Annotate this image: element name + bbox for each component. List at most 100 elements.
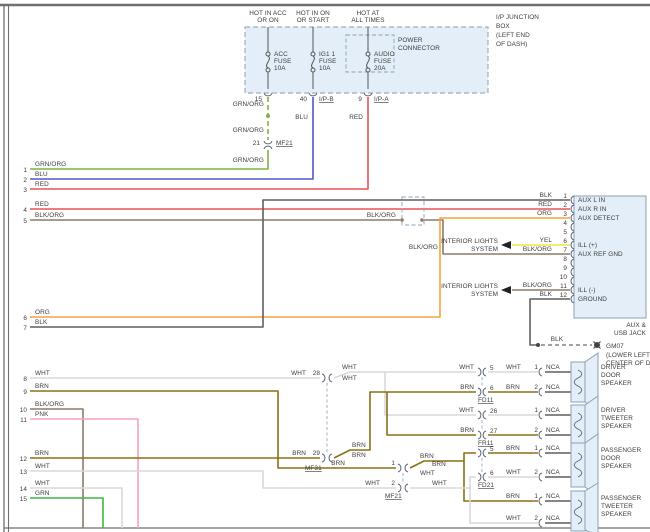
aux-pin-8: 8	[563, 256, 567, 263]
radio-pin-12: 12	[20, 456, 28, 463]
pin-fd21-6: 6	[490, 470, 494, 477]
radio-pin-14: 14	[20, 486, 28, 493]
splice-dot-ground	[536, 343, 540, 347]
lbl-aux1-blk: BLK	[540, 192, 553, 199]
sp1-nca2: NCA	[546, 384, 560, 391]
aux-name-2: USB JACK	[614, 330, 647, 337]
lbl-red-drop: RED	[349, 114, 363, 121]
lbl-row7: BLK	[35, 319, 48, 326]
radio-pin-7: 7	[23, 325, 27, 332]
lbl-row11: PNK	[35, 411, 49, 418]
wire-brn-pass-tweeter	[464, 461, 538, 501]
wire-org-row6	[30, 218, 570, 317]
aux-lbl-r-in: AUX R IN	[578, 206, 607, 213]
aux-name-1: AUX &	[626, 322, 646, 329]
pin-fd11-6: 6	[490, 385, 494, 392]
lbl-wht-branch-a: WHT	[342, 364, 357, 371]
lbl-dd-wht: WHT	[506, 364, 521, 371]
pin-9: 9	[358, 96, 362, 103]
aux-lbl-ref-gnd: AUX REF GND	[578, 251, 623, 258]
pin-mf21-2: 2	[391, 480, 395, 487]
passenger-door-3: SPEAKER	[601, 463, 632, 470]
hot-on-2: OR START	[297, 17, 330, 24]
aux-lbl-ill-plus: ILL (+)	[578, 242, 597, 249]
acc-fuse-l2: FUSE	[274, 58, 291, 65]
lbl-aux7-blkorg: BLK/ORG	[523, 246, 552, 253]
connector-mf31-icon	[322, 374, 332, 462]
aux-pin-5: 5	[563, 229, 567, 236]
pin-40: 40	[300, 96, 308, 103]
lbl-row14: WHT	[35, 480, 50, 487]
pin-21: 21	[253, 140, 261, 147]
connector-fd11: FD11	[478, 397, 494, 404]
lbl-dd-brn: BRN	[506, 384, 520, 391]
wire-blk-row7	[30, 200, 570, 327]
connector-mf21-top: MF21	[276, 140, 293, 147]
acc-fuse-l1: ACC	[274, 51, 288, 58]
pin-29: 29	[313, 450, 321, 457]
lbl-row4: RED	[35, 201, 49, 208]
lbl-brn-branch-a: BRN	[352, 442, 366, 449]
ground-symbol-icon	[594, 342, 601, 349]
ig1-fuse-l2: FUSE	[319, 58, 336, 65]
lbl-blkorg-drop: BLK/ORG	[409, 244, 438, 251]
sp2-nca2: NCA	[546, 427, 560, 434]
interior-lights-2b: SYSTEM	[471, 291, 498, 298]
junction-box-label-4: OF DASH)	[496, 41, 527, 48]
wire-grn-row15	[30, 498, 103, 528]
radio-pin-9: 9	[23, 389, 27, 396]
passenger-door-2: DOOR	[601, 455, 621, 462]
driver-door-3: SPEAKER	[601, 380, 632, 387]
aux-pin-3: 3	[563, 211, 567, 218]
ig1-fuse-l1: IG1 1	[319, 51, 335, 58]
splice-dot-grnorg	[266, 114, 270, 118]
aux-pin-1: 1	[563, 193, 567, 200]
connector-fr11-icon	[478, 411, 486, 439]
passenger-tweeter-1: PASSENGER	[601, 495, 641, 502]
lbl-blkorg-mid: BLK/ORG	[367, 212, 396, 219]
driver-door-2: DOOR	[601, 372, 621, 379]
connector-fd21: FD21	[478, 482, 494, 489]
lbl-pd-brn: BRN	[506, 445, 520, 452]
connector-fd11-icon	[478, 368, 486, 396]
ground-loc-1: (LOWER LEFT	[606, 352, 650, 359]
radio-pin-3: 3	[23, 187, 27, 194]
lbl-fd11-brn: BRN	[460, 384, 474, 391]
radio-pin-6: 6	[23, 315, 27, 322]
interior-lights-1a: INTERIOR LIGHTS	[441, 238, 498, 245]
splice-dot-row5-b	[420, 218, 424, 222]
audio-fuse-l1: AUDIO	[374, 51, 395, 58]
radio-pin-4: 4	[23, 207, 27, 214]
sp1-pin2: 2	[534, 384, 538, 391]
interior-lights-2a: INTERIOR LIGHTS	[441, 283, 498, 290]
passenger-tweeter-speaker-icon	[571, 483, 598, 532]
lbl-pt-brn: BRN	[506, 493, 520, 500]
aux-pin-6: 6	[563, 238, 567, 245]
lbl-wht-pass-b: WHT	[432, 480, 447, 487]
lbl-row12: BRN	[35, 450, 49, 457]
aux-lbl-ground: GROUND	[578, 296, 607, 303]
ground-id: GM07	[606, 343, 624, 350]
splice-dot-row5-a	[400, 218, 404, 222]
audio-fuse-l3: 20A	[374, 65, 386, 72]
radio-pin-2: 2	[23, 177, 27, 184]
junction-box-label-3: (LEFT END	[496, 32, 530, 39]
lbl-aux6-yel: YEL	[540, 237, 553, 244]
lbl-pt-wht: WHT	[506, 515, 521, 522]
connector-ip-a: I/P-A	[374, 96, 389, 103]
pin-mf21-1: 1	[391, 460, 395, 467]
sp4-nca2: NCA	[546, 515, 560, 522]
lbl-grnorg-1: GRN/ORG	[233, 101, 264, 108]
passenger-tweeter-2: TWEETER	[601, 503, 633, 510]
wire-brn-row9	[30, 391, 396, 468]
lbl-wht-pass-a: WHT	[420, 470, 435, 477]
pin-fr11-26: 26	[490, 408, 498, 415]
connector-fd21-icon	[478, 449, 486, 481]
junction-box-label-1: I/P JUNCTION	[496, 14, 539, 21]
aux-pin-4: 4	[563, 220, 567, 227]
lbl-pd-wht: WHT	[506, 469, 521, 476]
lbl-aux2-red: RED	[538, 201, 552, 208]
driver-door-1: DRIVER	[601, 364, 626, 371]
offpage-arrow-icon-2	[501, 286, 511, 294]
connector-mf31: MF31	[305, 465, 322, 472]
